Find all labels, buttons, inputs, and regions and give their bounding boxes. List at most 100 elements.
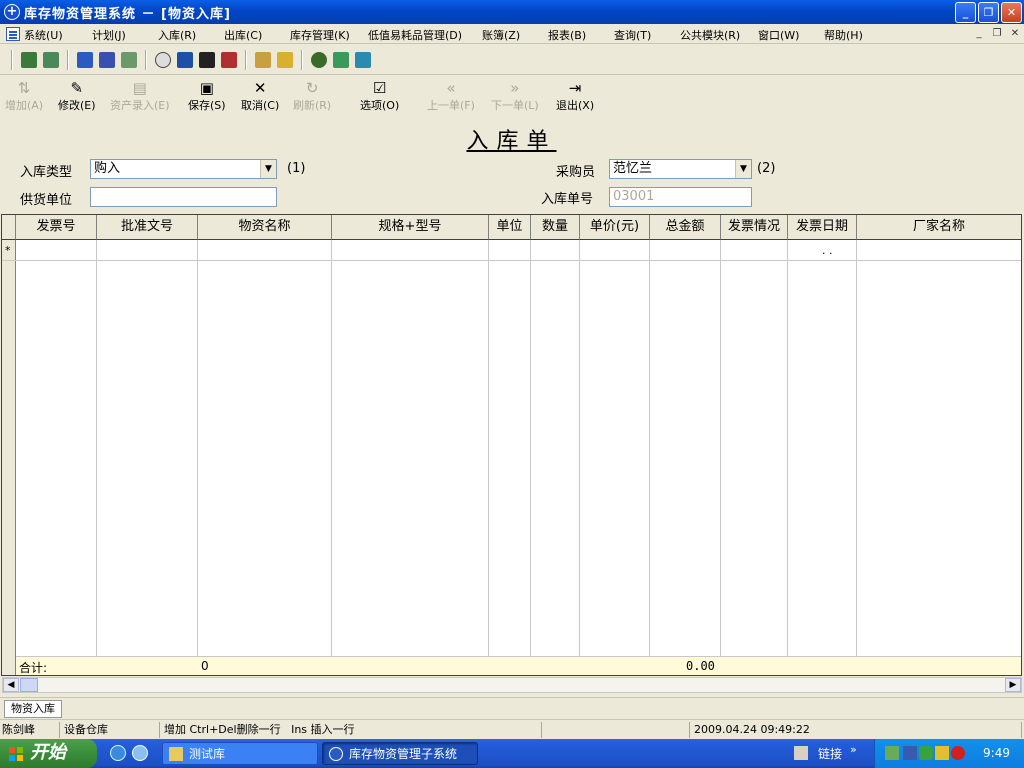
horizontal-scrollbar[interactable]: ◀ ▶ [2, 677, 1022, 693]
action-toolbar: ⇅ 增加(A) ✎ 修改(E) ▤ 资产录入(E) ▣ 保存(S) ✕ 取消(C) ↻ 刷新… [0, 78, 1024, 118]
menu-ledger[interactable]: 账簿(Z) [478, 27, 524, 43]
refresh-icon: ↻ [305, 79, 319, 97]
login-icon[interactable] [21, 51, 37, 68]
transfer-icon[interactable] [121, 51, 137, 68]
switch-user-icon[interactable] [43, 51, 59, 68]
task-inventory-system-label: 库存物资管理子系统 [349, 747, 458, 761]
menu-common[interactable]: 公共模块(R) [676, 27, 744, 43]
task-test-db[interactable]: 测试库 [162, 742, 318, 765]
items-grid[interactable]: 发票号 批准文号 物资名称 规格+型号 单位 数量 单价(元) 总金额 发票情况… [1, 214, 1022, 676]
new-row-marker: * [5, 244, 11, 257]
book-icon[interactable] [333, 51, 349, 68]
inbound-doc-icon[interactable] [77, 51, 93, 68]
col-unit[interactable]: 单位 [489, 215, 531, 240]
column-divider [96, 240, 97, 675]
shield-icon[interactable] [919, 746, 933, 760]
scroll-thumb[interactable] [20, 678, 38, 692]
calendar-icon[interactable] [355, 51, 371, 68]
menu-help[interactable]: 帮助(H) [820, 27, 867, 43]
save-button[interactable]: ▣ 保存(S) [188, 80, 226, 113]
minimize-button[interactable]: _ [955, 2, 976, 23]
scroll-left-icon[interactable]: ◀ [3, 678, 19, 692]
col-invoice-no[interactable]: 发票号 [16, 215, 97, 240]
type-select[interactable]: 购入 ▼ [90, 159, 277, 179]
ie-icon[interactable] [110, 745, 126, 761]
prev-label: 上一单(F) [427, 99, 475, 112]
chart-icon[interactable] [903, 746, 917, 760]
options-icon: ☑ [372, 79, 387, 97]
grid-icon[interactable] [199, 51, 215, 68]
exit-button[interactable]: ⇥ 退出(X) [556, 80, 594, 113]
col-unit-price[interactable]: 单价(元) [580, 215, 650, 240]
mdi-restore-button[interactable]: ❐ [990, 27, 1004, 41]
col-item-name[interactable]: 物资名称 [198, 215, 332, 240]
buyer-select[interactable]: 范忆兰 ▼ [609, 159, 752, 179]
supplier-input[interactable] [90, 187, 277, 207]
buyer-hint: (2) [757, 161, 776, 176]
chevron-down-icon[interactable]: ▼ [735, 160, 751, 178]
menu-inventory[interactable]: 库存管理(K) [286, 27, 354, 43]
calculator-icon[interactable] [255, 51, 271, 68]
asset-entry-button[interactable]: ▤ 资产录入(E) [110, 80, 170, 113]
keyboard-icon[interactable] [794, 746, 808, 760]
search-icon[interactable] [155, 51, 171, 68]
links-toolbar[interactable]: 链接 [818, 745, 842, 762]
summary-amount-total: 0.00 [686, 659, 715, 673]
task-inventory-system[interactable]: 库存物资管理子系统 [322, 742, 478, 765]
menu-plan[interactable]: 计划(J) [88, 27, 130, 43]
col-approval-no[interactable]: 批准文号 [97, 215, 198, 240]
number-field[interactable]: 03001 [609, 187, 752, 207]
edit-table-icon[interactable] [177, 51, 193, 68]
column-divider [856, 240, 857, 675]
close-button[interactable]: ✕ [1001, 2, 1022, 23]
menu-reports[interactable]: 报表(B) [544, 27, 590, 43]
tab-inbound[interactable]: 物资入库 [4, 700, 62, 718]
document-menu-icon[interactable] [6, 26, 20, 41]
menu-consumables[interactable]: 低值易耗品管理(D) [364, 27, 466, 43]
menu-window[interactable]: 窗口(W) [754, 27, 803, 43]
chevron-right-icon[interactable]: » [850, 743, 857, 756]
pencil-icon[interactable] [935, 746, 949, 760]
col-total-amount[interactable]: 总金额 [650, 215, 721, 240]
stop-icon[interactable] [311, 51, 327, 68]
menu-query[interactable]: 查询(T) [610, 27, 655, 43]
options-button[interactable]: ☑ 选项(O) [360, 80, 399, 113]
scroll-right-icon[interactable]: ▶ [1005, 678, 1021, 692]
mdi-minimize-button[interactable]: _ [972, 27, 986, 41]
menu-system[interactable]: 系统(U) [20, 27, 67, 43]
media-icon[interactable] [132, 745, 148, 761]
col-spec-model[interactable]: 规格+型号 [332, 215, 489, 240]
app-icon: + [4, 4, 20, 20]
report-icon[interactable] [221, 51, 237, 68]
next-button[interactable]: » 下一单(L) [491, 80, 539, 113]
add-button[interactable]: ⇅ 增加(A) [5, 80, 43, 113]
outbound-doc-icon[interactable] [99, 51, 115, 68]
block-icon[interactable] [951, 746, 965, 760]
buyer-value: 范忆兰 [613, 161, 653, 176]
start-button[interactable]: 开始 [0, 739, 97, 768]
cancel-button[interactable]: ✕ 取消(C) [241, 80, 279, 113]
toolbar-separator [245, 49, 247, 70]
col-invoice-date[interactable]: 发票日期 [788, 215, 857, 240]
network-icon[interactable] [885, 746, 899, 760]
window-title: 库存物资管理系统 － [物资入库] [24, 6, 231, 22]
edit-icon: ✎ [70, 79, 84, 97]
menu-outbound[interactable]: 出库(C) [220, 27, 266, 43]
chevron-down-icon[interactable]: ▼ [260, 160, 276, 178]
start-label: 开始 [30, 742, 66, 763]
col-invoice-status[interactable]: 发票情况 [721, 215, 788, 240]
menu-inbound[interactable]: 入库(R) [154, 27, 200, 43]
refresh-button[interactable]: ↻ 刷新(R) [293, 80, 331, 113]
prev-button[interactable]: « 上一单(F) [427, 80, 475, 113]
status-blank [544, 722, 690, 738]
thermometer-icon[interactable] [277, 51, 293, 68]
column-divider [197, 240, 198, 675]
restore-button[interactable]: ❐ [978, 2, 999, 23]
refresh-label: 刷新(R) [293, 99, 332, 112]
edit-button[interactable]: ✎ 修改(E) [58, 80, 96, 113]
col-manufacturer[interactable]: 厂家名称 [857, 215, 1021, 240]
col-quantity[interactable]: 数量 [531, 215, 580, 240]
table-row[interactable] [2, 260, 1021, 261]
mdi-close-button[interactable]: ✕ [1008, 27, 1022, 41]
row-header-corner [2, 215, 16, 240]
